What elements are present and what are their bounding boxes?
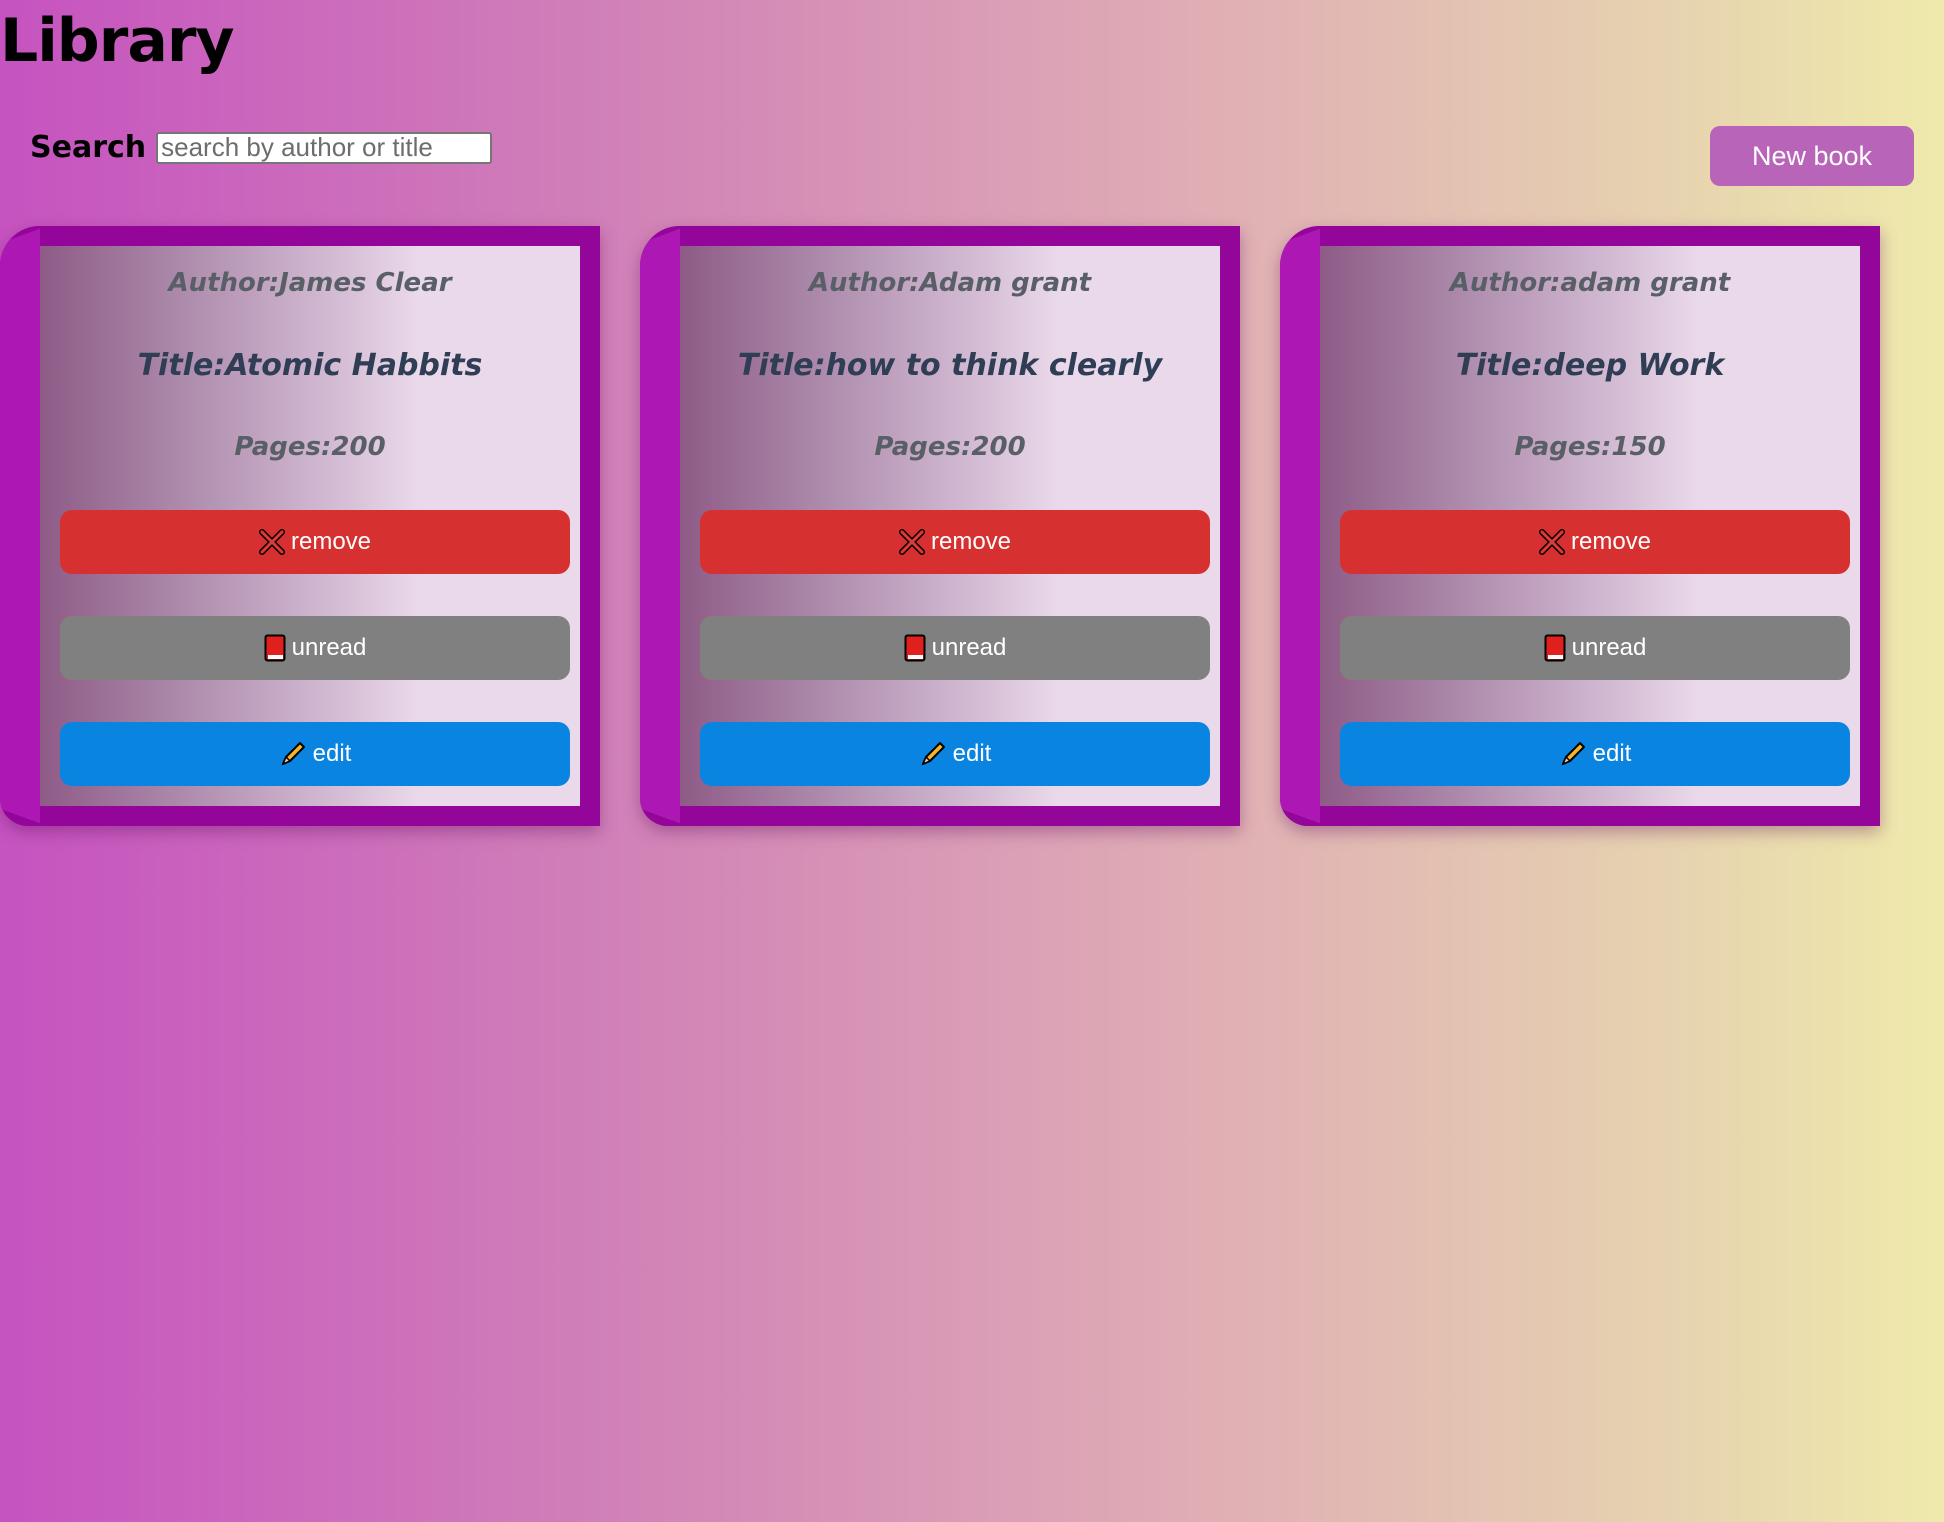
- read-status-label: unread: [1571, 634, 1647, 661]
- search-label: Search: [30, 130, 147, 165]
- remove-button[interactable]: remove: [700, 510, 1210, 574]
- book-author: Author:James Clear: [168, 268, 452, 298]
- book-author: Author:Adam grant: [808, 268, 1092, 298]
- remove-label: remove: [290, 528, 372, 555]
- remove-label: remove: [930, 528, 1012, 555]
- new-book-button[interactable]: New book: [1710, 126, 1914, 186]
- page-title: Library: [0, 6, 235, 76]
- red-book-icon: [904, 634, 926, 662]
- edit-button[interactable]: edit: [60, 722, 570, 786]
- red-book-icon: [264, 634, 286, 662]
- book-spine: [1280, 226, 1320, 826]
- book-page: Author:adam grant Title:deep Work Pages:…: [1320, 246, 1860, 806]
- pencil-icon: [919, 740, 947, 768]
- search-input[interactable]: [156, 131, 493, 164]
- book-title: Title:how to think clearly: [737, 348, 1163, 383]
- search-bar: Search: [30, 130, 493, 165]
- edit-button[interactable]: edit: [700, 722, 1210, 786]
- book-card: Author:James Clear Title:Atomic Habbits …: [0, 226, 600, 826]
- read-status-button[interactable]: unread: [700, 616, 1210, 680]
- cross-mark-icon: [258, 529, 285, 555]
- remove-button[interactable]: remove: [60, 510, 570, 574]
- edit-label: edit: [952, 740, 992, 767]
- pencil-icon: [279, 740, 307, 768]
- edit-label: edit: [312, 740, 352, 767]
- book-title: Title:Atomic Habbits: [137, 348, 483, 383]
- pencil-icon: [1559, 740, 1587, 768]
- book-pages: Pages:200: [874, 432, 1026, 462]
- book-page: Author:James Clear Title:Atomic Habbits …: [40, 246, 580, 806]
- edit-button[interactable]: edit: [1340, 722, 1850, 786]
- remove-button[interactable]: remove: [1340, 510, 1850, 574]
- book-page: Author:Adam grant Title:how to think cle…: [680, 246, 1220, 806]
- read-status-label: unread: [931, 634, 1007, 661]
- red-book-icon: [1544, 634, 1566, 662]
- edit-label: edit: [1592, 740, 1632, 767]
- book-pages: Pages:150: [1514, 432, 1666, 462]
- read-status-button[interactable]: unread: [1340, 616, 1850, 680]
- read-status-label: unread: [291, 634, 367, 661]
- book-author: Author:adam grant: [1449, 268, 1731, 298]
- book-card: Author:adam grant Title:deep Work Pages:…: [1280, 226, 1880, 826]
- book-spine: [0, 226, 40, 826]
- book-spine: [640, 226, 680, 826]
- remove-label: remove: [1570, 528, 1652, 555]
- book-pages: Pages:200: [234, 432, 386, 462]
- book-title: Title:deep Work: [1455, 348, 1725, 383]
- read-status-button[interactable]: unread: [60, 616, 570, 680]
- book-card: Author:Adam grant Title:how to think cle…: [640, 226, 1240, 826]
- cross-mark-icon: [898, 529, 925, 555]
- cross-mark-icon: [1538, 529, 1565, 555]
